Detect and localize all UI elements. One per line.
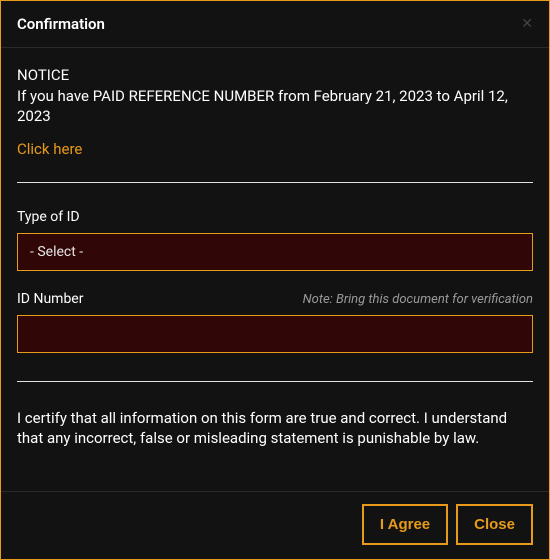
notice-title: NOTICE: [17, 66, 533, 84]
type-of-id-selected: - Select -: [30, 244, 83, 260]
certification-text: I certify that all information on this f…: [17, 408, 533, 449]
id-number-label-row: ID Number Note: Bring this document for …: [17, 291, 533, 307]
divider: [17, 182, 533, 183]
modal-header: Confirmation ✕: [1, 1, 549, 48]
id-number-input[interactable]: [17, 315, 533, 353]
type-of-id-label: Type of ID: [17, 209, 533, 225]
modal-footer: I Agree Close: [1, 491, 549, 559]
close-icon[interactable]: ✕: [521, 17, 533, 31]
notice-text: If you have PAID REFERENCE NUMBER from F…: [17, 86, 533, 127]
modal-body: NOTICE If you have PAID REFERENCE NUMBER…: [1, 48, 549, 491]
agree-button[interactable]: I Agree: [362, 504, 448, 545]
id-number-note: Note: Bring this document for verificati…: [303, 292, 533, 307]
id-number-label: ID Number: [17, 291, 83, 307]
type-of-id-select[interactable]: - Select -: [17, 233, 533, 271]
modal-title: Confirmation: [17, 15, 105, 33]
close-button[interactable]: Close: [456, 504, 533, 545]
click-here-link[interactable]: Click here: [17, 140, 82, 158]
divider: [17, 381, 533, 382]
